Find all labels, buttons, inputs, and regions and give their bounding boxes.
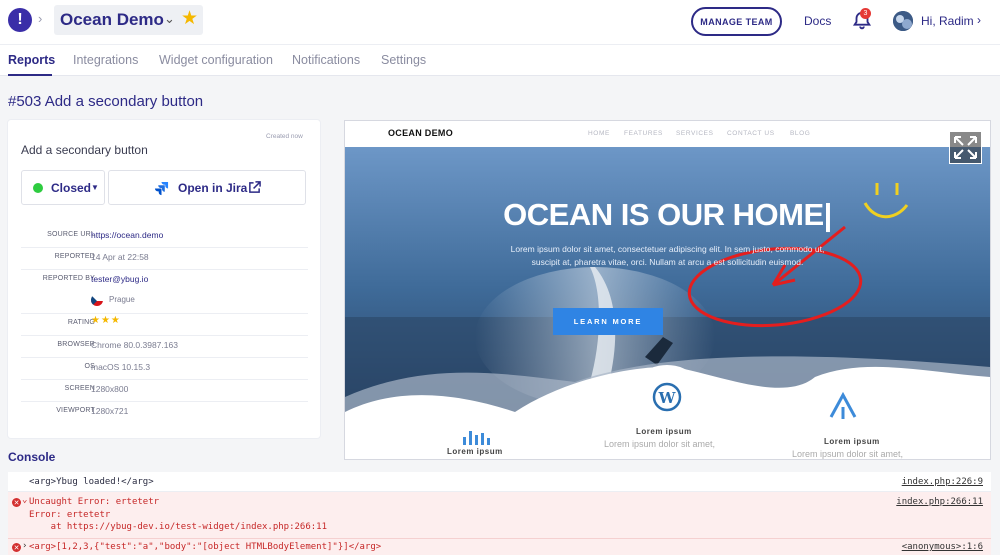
- site-nav: OCEAN DEMO HOME FEATURES SERVICES CONTAC…: [345, 121, 990, 147]
- report-name: Add a secondary button: [21, 143, 148, 157]
- status-dot-icon: [33, 183, 43, 193]
- top-bar: ! › Ocean Demo ⌄ ★ MANAGE TEAM Docs 3 Hi…: [0, 0, 1000, 44]
- console-line-location[interactable]: index.php:266:11: [896, 497, 983, 507]
- feature-title: Lorem ipsum: [824, 437, 880, 446]
- user-greeting[interactable]: Hi, Radim: [921, 14, 974, 28]
- chevron-down-icon: ⌄: [164, 11, 175, 26]
- open-in-jira-label: Open in Jira: [178, 181, 248, 195]
- site-nav-link: FEATURES: [624, 130, 663, 137]
- open-in-jira-button[interactable]: Open in Jira: [108, 170, 306, 205]
- error-icon: ✕: [12, 498, 21, 507]
- console-error-line[interactable]: ✕ › <arg>[1,2,3,{"test":"a","body":"[obj…: [8, 539, 991, 555]
- error-icon: ✕: [12, 543, 21, 552]
- tab-widget-configuration[interactable]: Widget configuration: [159, 53, 273, 67]
- status-dropdown[interactable]: Closed ▼: [21, 170, 105, 205]
- console-line: <arg>Ybug loaded!</arg> index.php:226:9: [8, 472, 991, 492]
- tab-settings[interactable]: Settings: [381, 53, 426, 67]
- detail-value: 14 Apr at 22:58: [91, 252, 149, 262]
- tab-notifications[interactable]: Notifications: [292, 53, 360, 67]
- docs-link[interactable]: Docs: [804, 14, 831, 28]
- expand-icon[interactable]: [949, 131, 982, 164]
- site-nav-link: BLOG: [790, 130, 811, 137]
- detail-value: Chrome 80.0.3987.163: [91, 340, 178, 350]
- report-details-card: Created now Add a secondary button Close…: [8, 120, 320, 438]
- avatar[interactable]: [893, 11, 913, 31]
- tab-integrations[interactable]: Integrations: [73, 53, 138, 67]
- detail-row-reported: REPORTED 14 Apr at 22:58: [21, 248, 308, 270]
- detail-value: 1280x721: [91, 406, 129, 416]
- console-log: <arg>Ybug loaded!</arg> index.php:226:9 …: [8, 472, 991, 555]
- detail-row-screen: SCREEN 1280x800: [21, 380, 308, 402]
- detail-row-rating: RATING ★★★: [21, 314, 308, 336]
- ybug-logo-icon[interactable]: !: [8, 8, 32, 32]
- detail-key: REPORTED BY: [42, 275, 95, 282]
- manage-team-button[interactable]: MANAGE TEAM: [691, 7, 782, 36]
- chevron-down-icon[interactable]: ⌄: [22, 495, 27, 505]
- detail-row-viewport: VIEWPORT 1280x721: [21, 402, 308, 424]
- hero-background: W: [345, 147, 990, 459]
- console-title: Console: [8, 450, 56, 464]
- feature-text: Lorem ipsum dolor sit amet,: [792, 449, 904, 459]
- rating-stars: ★★★: [91, 315, 121, 326]
- console-line-location[interactable]: index.php:226:9: [902, 477, 983, 487]
- site-nav-link: SERVICES: [676, 130, 714, 137]
- feature-title: Lorem ipsum: [636, 427, 692, 436]
- svg-text:W: W: [658, 389, 677, 407]
- hero-section: W OCEAN IS OUR HOME| Lorem ipsum dolor s…: [345, 147, 990, 459]
- detail-row-reported-by: REPORTED BY tester@ybug.io Prague: [21, 270, 308, 314]
- page-title: #503 Add a secondary button: [8, 93, 204, 110]
- feature-title: Lorem ipsum: [447, 447, 503, 456]
- detail-key: VIEWPORT: [56, 407, 95, 414]
- chevron-right-icon[interactable]: ›: [22, 541, 27, 551]
- learn-more-button: LEARN MORE: [553, 308, 663, 335]
- tab-reports[interactable]: Reports: [8, 53, 55, 67]
- hero-title: OCEAN IS OUR HOME|: [503, 197, 832, 232]
- detail-row-os: OS macOS 10.15.3: [21, 358, 308, 380]
- breadcrumb-chevron-icon: ›: [38, 11, 43, 26]
- source-url-link[interactable]: https://ocean.demo: [91, 230, 163, 240]
- status-label: Closed: [51, 181, 92, 195]
- detail-row-source-url: SOURCE URL https://ocean.demo: [21, 226, 308, 248]
- created-timestamp: Created now: [266, 133, 303, 140]
- external-link-icon: [249, 181, 261, 193]
- detail-key: SOURCE URL: [47, 231, 95, 238]
- chevron-right-icon[interactable]: ›: [977, 13, 981, 27]
- detail-row-browser: BROWSER Chrome 80.0.3987.163: [21, 336, 308, 358]
- site-logo: OCEAN DEMO: [388, 128, 454, 138]
- console-error-line[interactable]: ✕ ⌄ Uncaught Error: ertetetr Error: erte…: [8, 492, 991, 539]
- active-tab-indicator: [8, 74, 52, 76]
- star-icon[interactable]: ★: [181, 7, 198, 30]
- caret-down-icon: ▼: [91, 183, 99, 192]
- console-line-text: <arg>[1,2,3,{"test":"a","body":"[object …: [29, 542, 382, 552]
- jira-icon: [154, 181, 169, 196]
- detail-key: BROWSER: [57, 341, 95, 348]
- reporter-location: Prague: [109, 295, 135, 304]
- console-line-location[interactable]: <anonymous>:1:6: [902, 542, 983, 552]
- detail-key: REPORTED: [54, 253, 95, 260]
- hero-text: Lorem ipsum dolor sit amet, consectetuer…: [510, 244, 825, 267]
- detail-value: 1280x800: [91, 384, 129, 394]
- tab-bar: Reports Integrations Widget configuratio…: [0, 44, 1000, 76]
- reporter-email[interactable]: tester@ybug.io: [91, 274, 148, 284]
- czech-flag-icon: [91, 294, 103, 306]
- detail-value: macOS 10.15.3: [91, 362, 151, 372]
- site-nav-link: HOME: [588, 130, 610, 137]
- screenshot-preview[interactable]: OCEAN DEMO HOME FEATURES SERVICES CONTAC…: [344, 120, 991, 460]
- console-line-text: Uncaught Error: ertetetr Error: ertetetr…: [29, 497, 328, 532]
- project-selector[interactable]: Ocean Demo ⌄ ★: [54, 5, 203, 35]
- feature-text: Lorem ipsum dolor sit amet,: [604, 439, 716, 449]
- notification-badge: 3: [860, 8, 871, 19]
- console-line-text: <arg>Ybug loaded!</arg>: [29, 477, 154, 487]
- project-name: Ocean Demo: [60, 10, 164, 29]
- site-nav-link: CONTACT US: [727, 130, 775, 137]
